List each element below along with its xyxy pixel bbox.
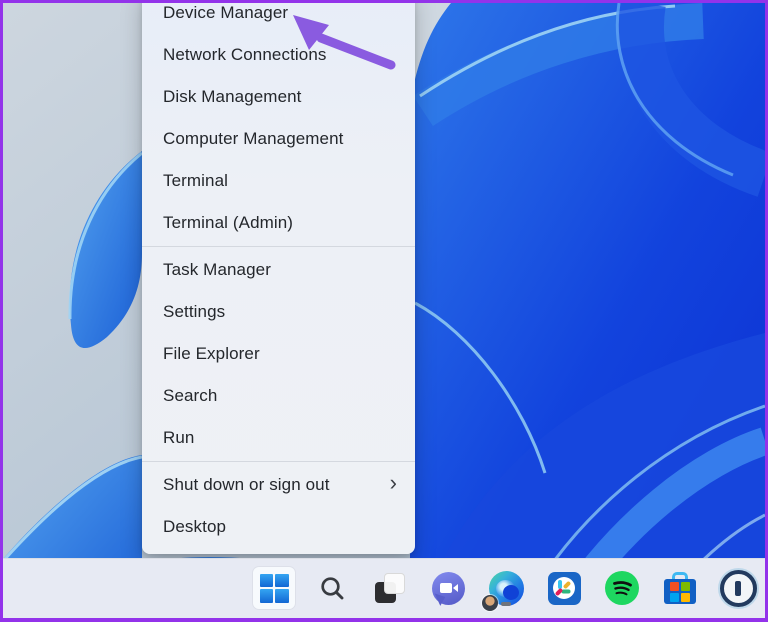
menu-item-computer-management[interactable]: Computer Management xyxy=(142,118,415,160)
menu-item-label: Network Connections xyxy=(163,45,326,65)
chevron-right-icon: › xyxy=(390,472,397,494)
menu-separator xyxy=(142,461,415,462)
menu-item-terminal[interactable]: Terminal xyxy=(142,160,415,202)
1password-icon xyxy=(720,570,757,607)
menu-item-label: Disk Management xyxy=(163,87,302,107)
spotify-icon xyxy=(605,571,639,605)
menu-item-run[interactable]: Run xyxy=(142,417,415,459)
menu-item-label: Shut down or sign out xyxy=(163,475,330,495)
menu-separator xyxy=(142,246,415,247)
menu-item-label: Run xyxy=(163,428,195,448)
chat-button[interactable] xyxy=(427,567,469,609)
menu-item-label: Desktop xyxy=(163,517,226,537)
menu-item-label: Terminal xyxy=(163,171,228,191)
taskbar xyxy=(3,558,765,618)
slack-button[interactable] xyxy=(543,567,585,609)
slack-icon xyxy=(548,572,581,605)
spotify-button[interactable] xyxy=(601,567,643,609)
taskbar-icon-row xyxy=(253,558,759,618)
user-avatar xyxy=(482,595,498,611)
task-view-button[interactable] xyxy=(369,567,411,609)
menu-item-file-explorer[interactable]: File Explorer xyxy=(142,333,415,375)
store-button[interactable] xyxy=(659,567,701,609)
edge-button[interactable] xyxy=(485,567,527,609)
search-icon xyxy=(319,575,346,602)
windows-logo-icon xyxy=(260,574,289,603)
menu-item-label: Computer Management xyxy=(163,129,344,149)
chat-video-icon xyxy=(432,572,465,605)
menu-item-settings[interactable]: Settings xyxy=(142,291,415,333)
menu-item-label: Search xyxy=(163,386,217,406)
desktop: Device Manager Network Connections Disk … xyxy=(3,3,765,618)
menu-item-label: File Explorer xyxy=(163,344,260,364)
menu-item-label: Device Manager xyxy=(163,3,288,23)
menu-item-desktop[interactable]: Desktop xyxy=(142,506,415,548)
task-view-icon xyxy=(375,573,405,603)
menu-item-label: Terminal (Admin) xyxy=(163,213,293,233)
menu-item-shut-down-or-sign-out[interactable]: Shut down or sign out › xyxy=(142,464,415,506)
start-button[interactable] xyxy=(253,567,295,609)
menu-item-search[interactable]: Search xyxy=(142,375,415,417)
running-indicator xyxy=(501,602,511,606)
menu-item-network-connections[interactable]: Network Connections xyxy=(142,34,415,76)
onepassword-button[interactable] xyxy=(717,567,759,609)
menu-item-disk-management[interactable]: Disk Management xyxy=(142,76,415,118)
menu-item-label: Settings xyxy=(163,302,225,322)
winx-context-menu: Device Manager Network Connections Disk … xyxy=(142,3,415,554)
menu-item-terminal-admin[interactable]: Terminal (Admin) xyxy=(142,202,415,244)
microsoft-store-icon xyxy=(664,571,696,605)
menu-item-label: Task Manager xyxy=(163,260,271,280)
search-button[interactable] xyxy=(311,567,353,609)
menu-item-task-manager[interactable]: Task Manager xyxy=(142,249,415,291)
menu-item-device-manager[interactable]: Device Manager xyxy=(142,3,415,34)
